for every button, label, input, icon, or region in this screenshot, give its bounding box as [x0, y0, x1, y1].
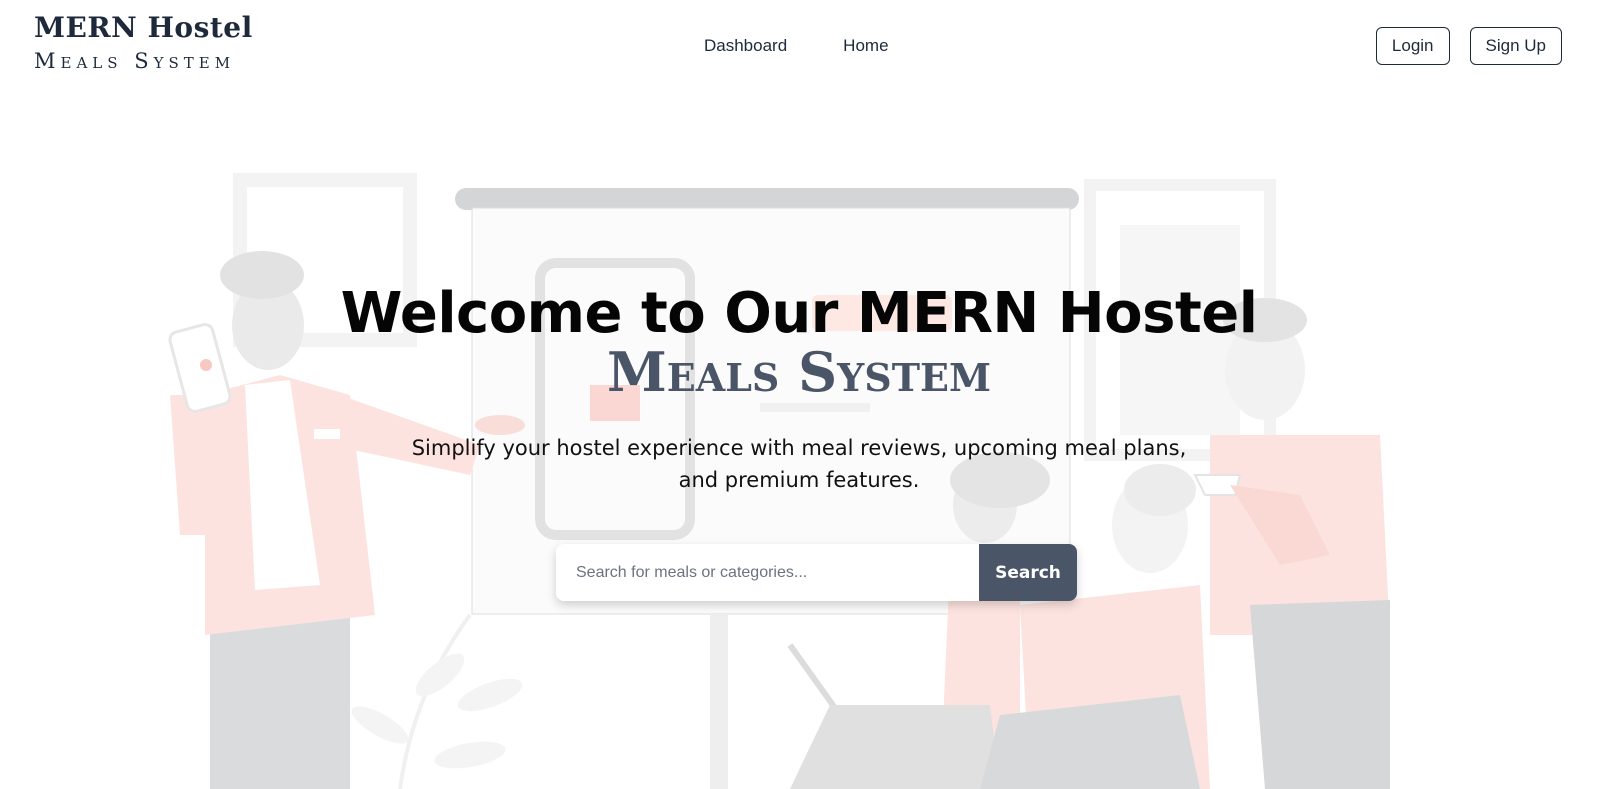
- hero-subtitle: Meals System: [606, 340, 992, 404]
- login-button[interactable]: Login: [1375, 27, 1450, 65]
- navbar: MERN Hostel Meals System Dashboard Home …: [0, 0, 1598, 95]
- auth-buttons: Login Sign Up: [1375, 27, 1562, 65]
- search-bar: Search: [556, 544, 1077, 601]
- brand-subtitle: Meals System: [34, 49, 236, 73]
- hero-description: Simplify your hostel experience with mea…: [411, 436, 1187, 492]
- nav-link-dashboard[interactable]: Dashboard: [704, 36, 787, 56]
- signup-button[interactable]: Sign Up: [1469, 27, 1562, 65]
- hero-title: Welcome to Our MERN Hostel: [340, 281, 1258, 346]
- hero-section: Welcome to Our MERN Hostel Meals System …: [0, 95, 1598, 789]
- brand-title: MERN Hostel: [34, 11, 253, 44]
- nav-link-home[interactable]: Home: [843, 36, 888, 56]
- hero-content: Welcome to Our MERN Hostel Meals System …: [0, 95, 1598, 789]
- brand-logo[interactable]: MERN Hostel Meals System: [34, 12, 253, 76]
- search-input[interactable]: [556, 544, 979, 601]
- main-nav: Dashboard Home: [704, 36, 889, 56]
- search-button[interactable]: Search: [979, 544, 1077, 601]
